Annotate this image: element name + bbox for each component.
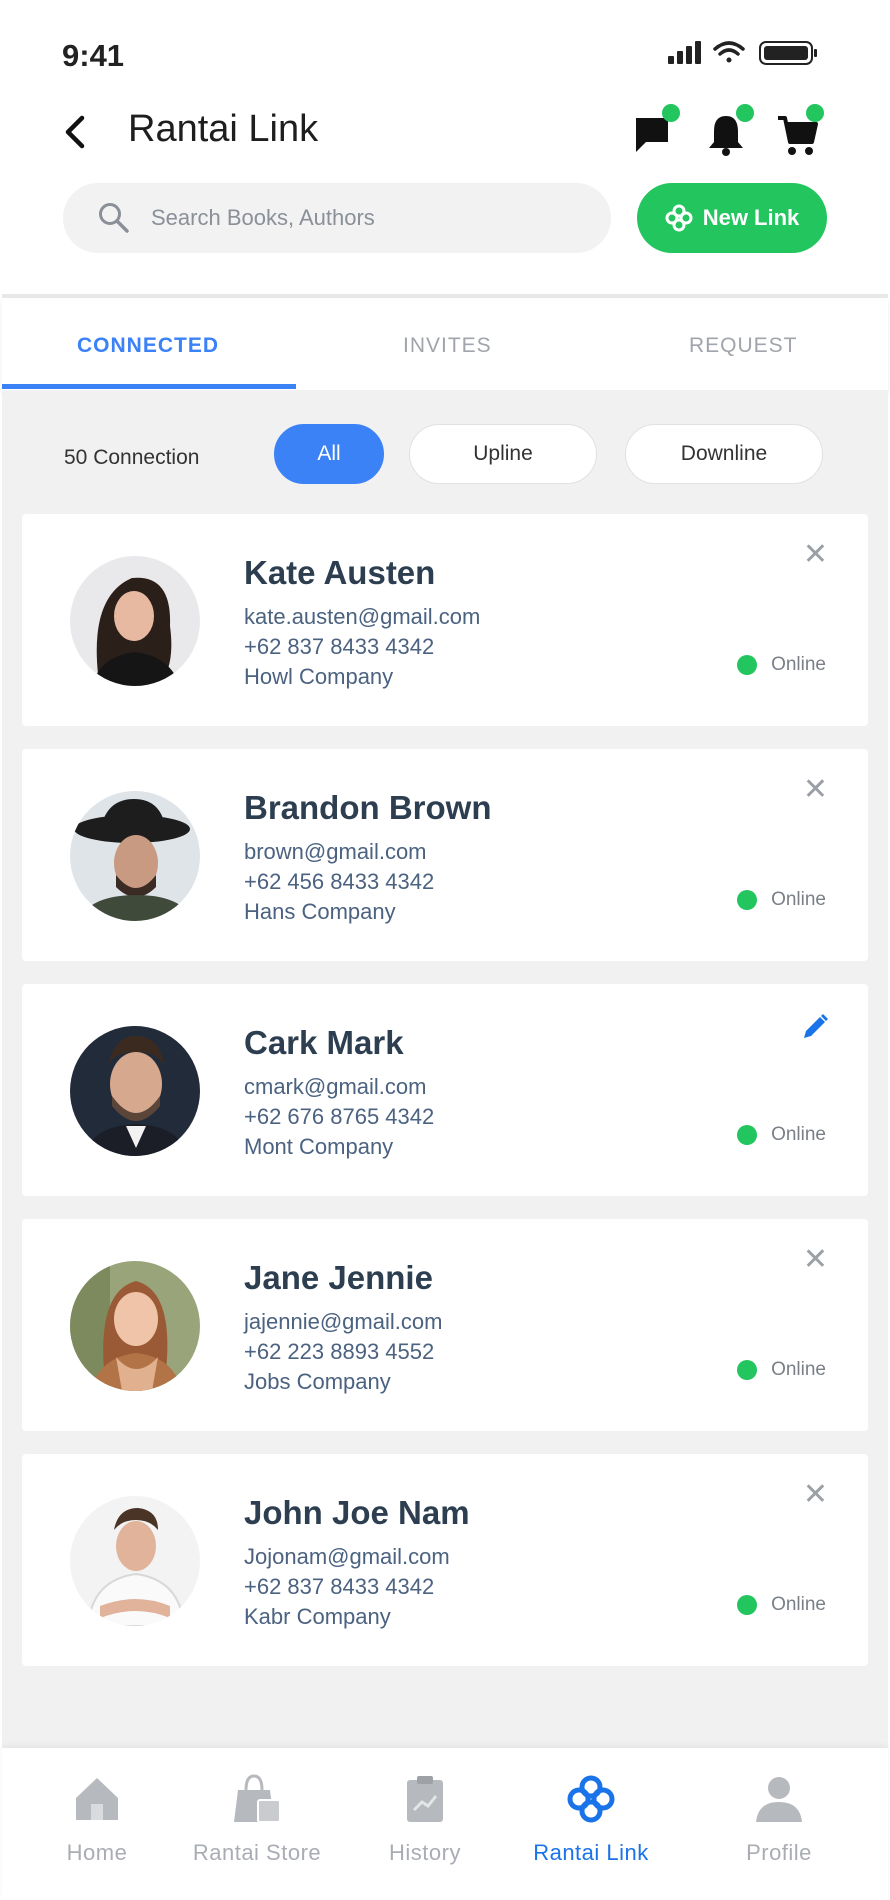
store-icon (234, 1774, 281, 1823)
online-dot (737, 1595, 758, 1615)
notification-button[interactable] (706, 104, 754, 156)
battery-icon (759, 41, 817, 65)
wifi-icon (713, 41, 745, 63)
chat-notification-dot (662, 104, 680, 122)
contact-email: kate.austen@gmail.com (244, 604, 481, 629)
nav-home[interactable]: Home (12, 1772, 182, 1866)
filter-chip-all[interactable]: All (274, 424, 384, 484)
contact-name: Jane Jennie (244, 1259, 433, 1296)
contact-company: Kabr Company (244, 1604, 391, 1629)
bottom-navigation: Home Rantai Store History Rantai Link Pr… (2, 1748, 888, 1900)
nav-label: History (389, 1840, 461, 1865)
connection-card[interactable]: Brandon Brown brown@gmail.com +62 456 84… (22, 749, 868, 961)
contact-email: Jojonam@gmail.com (244, 1544, 450, 1569)
new-link-button[interactable]: New Link (637, 183, 827, 253)
app-screen: 9:41 Rantai Link Search Books, Authors N… (0, 0, 890, 1900)
status-label: Online (771, 1594, 826, 1615)
close-icon[interactable]: ✕ (803, 540, 828, 570)
nav-label: Profile (746, 1840, 812, 1865)
chat-button[interactable] (632, 104, 680, 156)
online-status: Online (737, 889, 826, 911)
avatar (70, 1261, 200, 1391)
link-add-icon (665, 204, 693, 232)
connection-list-area: 50 Connection All Upline Downline Kate A… (2, 390, 888, 1748)
status-label: Online (771, 1359, 826, 1380)
online-status: Online (737, 654, 826, 676)
connection-card[interactable]: John Joe Nam Jojonam@gmail.com +62 837 8… (22, 1454, 868, 1666)
online-dot (737, 1360, 758, 1380)
signal-icon (668, 41, 701, 64)
close-icon[interactable]: ✕ (803, 775, 828, 805)
connection-card[interactable]: Kate Austen kate.austen@gmail.com +62 83… (22, 514, 868, 726)
online-status: Online (737, 1124, 826, 1146)
status-time: 9:41 (62, 38, 125, 73)
nav-rantai-store[interactable]: Rantai Store (172, 1772, 342, 1866)
connection-card[interactable]: Jane Jennie jajennie@gmail.com +62 223 8… (22, 1219, 868, 1431)
nav-profile[interactable]: Profile (694, 1772, 864, 1866)
cart-button[interactable] (776, 104, 824, 156)
filter-chip-downline[interactable]: Downline (625, 424, 823, 484)
status-label: Online (771, 889, 826, 910)
page-title: Rantai Link (128, 108, 319, 150)
contact-name: Cark Mark (244, 1024, 404, 1061)
contact-company: Mont Company (244, 1134, 394, 1159)
active-tab-indicator (2, 384, 296, 389)
history-icon (407, 1776, 443, 1822)
nav-rantai-link[interactable]: Rantai Link (506, 1772, 676, 1866)
connection-count: 50 Connection (64, 446, 200, 469)
rantai-link-icon (567, 1775, 615, 1823)
search-bar[interactable] (63, 183, 611, 253)
close-icon[interactable]: ✕ (803, 1245, 828, 1275)
avatar (70, 1026, 200, 1156)
avatar (70, 791, 200, 921)
notification-dot (736, 104, 754, 122)
contact-phone: +62 837 8433 4342 (244, 1574, 435, 1599)
contact-company: Howl Company (244, 664, 394, 689)
avatar (70, 1496, 200, 1626)
back-arrow-icon (65, 115, 85, 149)
status-label: Online (771, 1124, 826, 1145)
online-dot (737, 1125, 758, 1145)
home-icon (76, 1778, 118, 1820)
contact-email: cmark@gmail.com (244, 1074, 427, 1099)
avatar (70, 556, 200, 686)
status-icons (668, 38, 828, 68)
contact-company: Hans Company (244, 899, 396, 924)
connection-card[interactable]: Cark Mark cmark@gmail.com +62 676 8765 4… (22, 984, 868, 1196)
online-status: Online (737, 1359, 826, 1381)
online-dot (737, 655, 758, 675)
tab-request[interactable]: REQUEST (689, 334, 798, 358)
nav-label: Rantai Link (533, 1840, 649, 1865)
new-link-label: New Link (702, 205, 800, 230)
contact-name: Brandon Brown (244, 789, 492, 826)
online-dot (737, 890, 758, 910)
status-label: Online (771, 654, 826, 675)
contact-company: Jobs Company (244, 1369, 391, 1394)
profile-icon (756, 1777, 802, 1822)
search-input[interactable] (151, 183, 591, 253)
search-icon (99, 203, 129, 233)
contact-phone: +62 837 8433 4342 (244, 634, 435, 659)
contact-phone: +62 223 8893 4552 (244, 1339, 435, 1364)
cart-badge-dot (806, 104, 824, 122)
back-button[interactable] (60, 112, 90, 152)
contact-name: Kate Austen (244, 554, 436, 591)
edit-icon[interactable] (800, 1012, 830, 1042)
tab-connected[interactable]: CONNECTED (77, 334, 219, 358)
contact-name: John Joe Nam (244, 1494, 470, 1531)
contact-phone: +62 456 8433 4342 (244, 869, 435, 894)
tab-invites[interactable]: INVITES (403, 334, 492, 358)
nav-history[interactable]: History (340, 1772, 510, 1866)
contact-phone: +62 676 8765 4342 (244, 1104, 435, 1129)
contact-email: brown@gmail.com (244, 839, 427, 864)
contact-email: jajennie@gmail.com (244, 1309, 443, 1334)
filter-chip-upline[interactable]: Upline (409, 424, 597, 484)
tab-bar: CONNECTED INVITES REQUEST (2, 298, 888, 390)
nav-label: Rantai Store (192, 1840, 322, 1865)
nav-label: Home (66, 1840, 128, 1865)
online-status: Online (737, 1594, 826, 1616)
close-icon[interactable]: ✕ (803, 1480, 828, 1510)
